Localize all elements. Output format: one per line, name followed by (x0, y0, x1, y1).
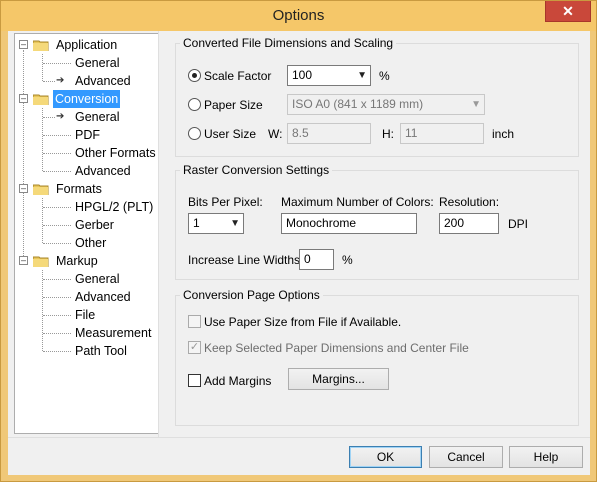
tree-item-formats-gerber[interactable]: Gerber (75, 216, 114, 234)
line-widths-label: Increase Line Widths: (188, 253, 304, 267)
tree-item-markup[interactable]: Markup (56, 252, 98, 270)
tree-item-markup-advanced[interactable]: Advanced (75, 288, 131, 306)
margins-button[interactable]: Margins... (288, 368, 389, 390)
user-size-height-input[interactable]: 11 (400, 123, 484, 144)
resolution-label: Resolution: (439, 195, 500, 209)
bits-per-pixel-value: 1 (193, 216, 200, 230)
max-colors-input[interactable]: Monochrome (281, 213, 417, 234)
keep-selected-label: Keep Selected Paper Dimensions and Cente… (204, 341, 469, 355)
folder-icon (33, 256, 49, 267)
folder-icon (33, 40, 49, 51)
tree-item-application-advanced[interactable]: Advanced (75, 72, 131, 90)
user-size-label: User Size (204, 127, 257, 141)
folder-icon (33, 94, 49, 105)
scale-factor-radio[interactable] (188, 69, 201, 82)
tree-item-markup-file[interactable]: File (75, 306, 95, 324)
page-options-group-title: Conversion Page Options (180, 288, 323, 302)
tree-item-markup-path-tool[interactable]: Path Tool (75, 342, 127, 360)
dimensions-group-title: Converted File Dimensions and Scaling (180, 36, 397, 50)
folder-icon (33, 184, 49, 195)
help-button[interactable]: Help (509, 446, 583, 468)
line-widths-input[interactable]: 0 (299, 249, 334, 270)
add-margins-label: Add Margins (204, 374, 272, 388)
chevron-down-icon: ▼ (357, 70, 367, 81)
dimensions-group: Converted File Dimensions and Scaling Sc… (175, 36, 579, 157)
bits-per-pixel-combo[interactable]: 1 ▼ (188, 213, 244, 234)
tree-item-conversion-general[interactable]: General (75, 108, 119, 126)
scale-factor-unit: % (379, 69, 390, 83)
ok-button[interactable]: OK (349, 446, 422, 468)
page-options-group: Conversion Page Options Use Paper Size f… (175, 288, 579, 426)
paper-size-value: ISO A0 (841 x 1189 mm) (292, 97, 424, 111)
cancel-button[interactable]: Cancel (429, 446, 503, 468)
max-colors-label: Maximum Number of Colors: (281, 195, 434, 209)
bits-per-pixel-label: Bits Per Pixel: (188, 195, 263, 209)
tree-item-formats-hpgl[interactable]: HPGL/2 (PLT) (75, 198, 153, 216)
scale-factor-value: 100 (292, 68, 313, 82)
paper-size-combo[interactable]: ISO A0 (841 x 1189 mm) ▼ (287, 94, 485, 115)
keep-selected-checkbox[interactable]: ✓ (188, 341, 201, 354)
user-size-height-label: H: (382, 127, 394, 141)
title-bar: Options ✕ (1, 1, 596, 31)
tree-item-markup-general[interactable]: General (75, 270, 119, 288)
user-size-radio[interactable] (188, 127, 201, 140)
paper-size-label: Paper Size (204, 98, 263, 112)
window-title: Options (272, 7, 325, 24)
arrow-right-icon: ➔ (56, 111, 65, 122)
resolution-input[interactable]: 200 (439, 213, 499, 234)
tree-item-application[interactable]: Application (56, 36, 117, 54)
use-paper-size-label: Use Paper Size from File if Available. (204, 315, 402, 329)
user-size-unit: inch (492, 127, 515, 141)
arrow-right-icon: ➔ (56, 75, 65, 86)
raster-group-title: Raster Conversion Settings (180, 163, 333, 177)
tree-item-formats[interactable]: Formats (56, 180, 102, 198)
line-widths-unit: % (342, 253, 353, 267)
scale-factor-label: Scale Factor (204, 69, 272, 83)
use-paper-size-checkbox[interactable] (188, 315, 201, 328)
tree-item-conversion-other-formats[interactable]: Other Formats (75, 144, 156, 162)
paper-size-radio[interactable] (188, 98, 201, 111)
footer-divider (8, 437, 590, 438)
tree-item-conversion-pdf[interactable]: PDF (75, 126, 100, 144)
add-margins-checkbox[interactable] (188, 374, 201, 387)
chevron-down-icon: ▼ (230, 218, 240, 229)
options-window: Options ✕ – Application General ➔ Advanc… (0, 0, 597, 482)
chevron-down-icon: ▼ (471, 99, 481, 110)
raster-group: Raster Conversion Settings Bits Per Pixe… (175, 163, 579, 280)
tree-item-markup-measurement[interactable]: Measurement (75, 324, 151, 342)
user-size-width-input[interactable]: 8.5 (287, 123, 371, 144)
tree-item-conversion[interactable]: Conversion (53, 90, 121, 108)
tree-item-application-general[interactable]: General (75, 54, 119, 72)
tree-item-formats-other[interactable]: Other (75, 234, 106, 252)
scale-factor-combo[interactable]: 100 ▼ (287, 65, 371, 86)
options-tree[interactable]: – Application General ➔ Advanced – Conve… (14, 33, 159, 434)
dialog-client-area: – Application General ➔ Advanced – Conve… (8, 31, 590, 475)
settings-panel: Converted File Dimensions and Scaling Sc… (158, 31, 590, 437)
resolution-unit: DPI (508, 217, 529, 231)
tree-item-conversion-advanced[interactable]: Advanced (75, 162, 131, 180)
user-size-width-label: W: (268, 127, 283, 141)
close-button[interactable]: ✕ (545, 1, 591, 22)
